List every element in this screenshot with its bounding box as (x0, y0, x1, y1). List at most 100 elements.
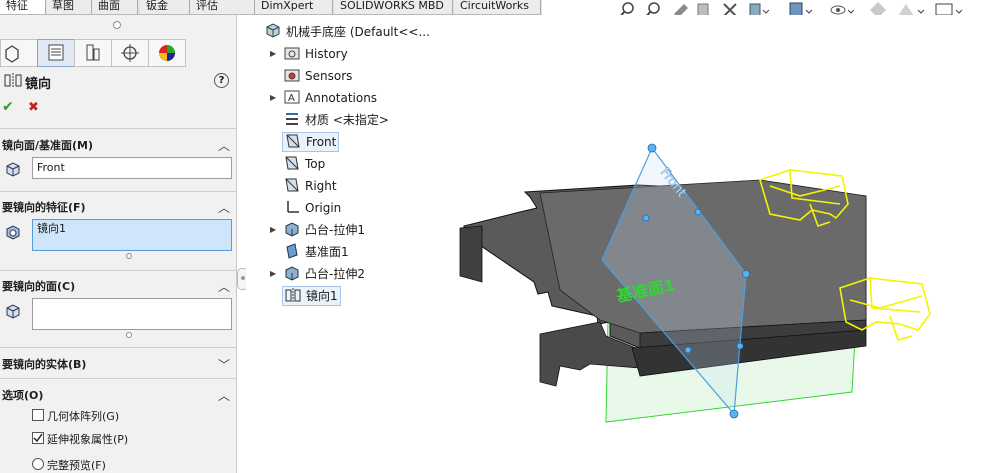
tab-circuitworks[interactable]: CircuitWorks (454, 0, 541, 14)
tab-sketch[interactable]: 草图 (46, 0, 92, 14)
expand-chevron-icon[interactable]: ﹀ (218, 356, 230, 373)
history-folder-icon (284, 45, 300, 61)
faces-section-label: 要镜向的面(C) (2, 280, 76, 293)
material-icon (284, 111, 300, 127)
features-list-item[interactable]: 镜向1 (37, 222, 66, 235)
options-section-header[interactable]: 选项(O) ︿ (0, 387, 236, 403)
list-resize-grip[interactable] (126, 332, 132, 338)
geometry-pattern-checkbox[interactable]: 几何体阵列(G) (32, 408, 119, 424)
tree-item-boss-extrude1[interactable]: 凸台-拉伸1 (284, 221, 365, 239)
tree-item-label: 基准面1 (305, 245, 349, 259)
tree-item-label: Top (305, 157, 326, 171)
tree-item-label: 镜向1 (306, 289, 338, 303)
tree-item-label: Right (305, 179, 337, 193)
mirror-icon (285, 287, 301, 303)
plane-icon (284, 177, 300, 193)
annotations-icon: A (284, 89, 300, 105)
tree-item-label: Origin (305, 201, 342, 215)
tree-item-right-plane[interactable]: Right (284, 177, 337, 195)
tab-features[interactable]: 特征 (0, 0, 46, 14)
tree-item-label: Annotations (305, 91, 378, 105)
mirror-plane-section-header[interactable]: 镜向面/基准面(M) ︿ (0, 137, 236, 153)
plane-icon (284, 155, 300, 171)
extrude-icon (284, 221, 300, 237)
full-preview-radio[interactable]: 完整预览(F) (32, 457, 106, 473)
tree-item-top-plane[interactable]: Top (284, 155, 325, 173)
collapse-chevron-icon[interactable]: ︿ (218, 278, 230, 295)
plane-icon (285, 133, 301, 149)
feature-selection-icon (4, 223, 22, 244)
property-manager-panel: 镜向 ? ✔ ✖ 镜向面/基准面(M) ︿ Front 要镜向的特征(F) ︿ … (0, 15, 237, 473)
radio-unselected[interactable] (32, 458, 44, 470)
collapse-chevron-icon[interactable]: ︿ (218, 137, 230, 154)
propagate-visual-label: 延伸视象属性(P) (47, 433, 129, 446)
features-section-header[interactable]: 要镜向的特征(F) ︿ (0, 199, 236, 215)
geometry-pattern-label: 几何体阵列(G) (47, 410, 120, 423)
collapse-chevron-icon[interactable]: ︿ (218, 387, 230, 404)
tab-surface[interactable]: 曲面 (92, 0, 138, 14)
section-divider (0, 128, 236, 129)
face-selection-icon (4, 302, 22, 323)
property-manager-tab[interactable] (37, 39, 75, 67)
tree-item-label: Sensors (305, 69, 353, 83)
configuration-icon (86, 44, 100, 61)
tree-item-mirror1[interactable]: 镜向1 (282, 286, 341, 306)
propagate-visual-checkbox[interactable]: 延伸视象属性(P) (32, 431, 128, 447)
sensors-icon (284, 67, 300, 83)
part-name[interactable]: 机械手底座 (Default<<... (286, 23, 430, 40)
tab-evaluate[interactable]: 评估 (190, 0, 255, 14)
tab-dimxpert[interactable]: DimXpert (255, 0, 333, 14)
faces-section-header[interactable]: 要镜向的面(C) ︿ (0, 278, 236, 294)
expand-arrow-icon[interactable]: ▶ (270, 49, 276, 58)
appearance-ball-icon (159, 45, 175, 61)
list-resize-grip[interactable] (126, 253, 132, 259)
dimxpert-manager-tab[interactable] (111, 39, 149, 67)
bodies-section-header[interactable]: 要镜向的实体(B) ﹀ (0, 356, 236, 372)
section-divider (0, 270, 236, 271)
graphics-viewport[interactable]: Front 基准面1 (246, 15, 988, 473)
tree-item-material[interactable]: 材质 <未指定> (284, 111, 389, 129)
features-section-label: 要镜向的特征(F) (2, 201, 86, 214)
expand-arrow-icon[interactable]: ▶ (270, 93, 276, 102)
property-list-icon (48, 44, 64, 61)
origin-icon (284, 199, 300, 215)
configuration-manager-tab[interactable] (74, 39, 112, 67)
cancel-x-icon[interactable]: ✖ (28, 100, 39, 115)
tree-item-annotations[interactable]: A Annotations (284, 89, 377, 107)
expand-arrow-icon[interactable]: ▶ (270, 269, 276, 278)
features-list[interactable]: 镜向1 (32, 219, 232, 251)
tab-mbd[interactable]: SOLIDWORKS MBD (334, 0, 453, 14)
tree-item-history[interactable]: History (284, 45, 348, 63)
extrude-icon (284, 265, 300, 281)
mirror-plane-section-label: 镜向面/基准面(M) (2, 139, 94, 152)
checkbox-checked[interactable] (32, 432, 44, 444)
tree-item-front-plane[interactable]: Front (282, 132, 340, 152)
section-divider (0, 191, 236, 192)
expand-arrow-icon[interactable]: ▶ (270, 225, 276, 234)
hide-show-items-icon[interactable] (830, 5, 855, 15)
faces-list[interactable] (32, 298, 232, 330)
panel-resize-grip[interactable] (113, 21, 121, 29)
tab-sheet-metal[interactable]: 钣金 (140, 0, 190, 14)
ok-check-icon[interactable]: ✔ (2, 99, 14, 115)
tree-item-label: Front (306, 135, 337, 149)
feature-title: 镜向 (25, 77, 52, 92)
options-section-label: 选项(O) (2, 389, 44, 402)
mirror-feature-icon (4, 72, 22, 91)
feature-manager-tab[interactable] (0, 39, 38, 67)
part-icon (264, 22, 282, 43)
crosshair-icon (121, 44, 139, 62)
tree-item-origin[interactable]: Origin (284, 199, 341, 217)
help-icon[interactable]: ? (214, 73, 229, 88)
command-tab-bar: 特征 草图 曲面 钣金 评估 DimXpert SOLIDWORKS MBD C… (0, 0, 542, 15)
tree-item-boss-extrude2[interactable]: 凸台-拉伸2 (284, 265, 365, 283)
mirror-plane-field[interactable]: Front (32, 157, 232, 179)
svg-text:A: A (288, 93, 295, 104)
display-manager-tab[interactable] (148, 39, 186, 67)
collapse-chevron-icon[interactable]: ︿ (218, 199, 230, 216)
checkbox-unchecked[interactable] (32, 409, 44, 421)
section-divider (0, 378, 236, 379)
tree-item-sensors[interactable]: Sensors (284, 67, 352, 85)
tree-item-plane1[interactable]: 基准面1 (284, 243, 349, 261)
bodies-section-label: 要镜向的实体(B) (2, 358, 87, 371)
